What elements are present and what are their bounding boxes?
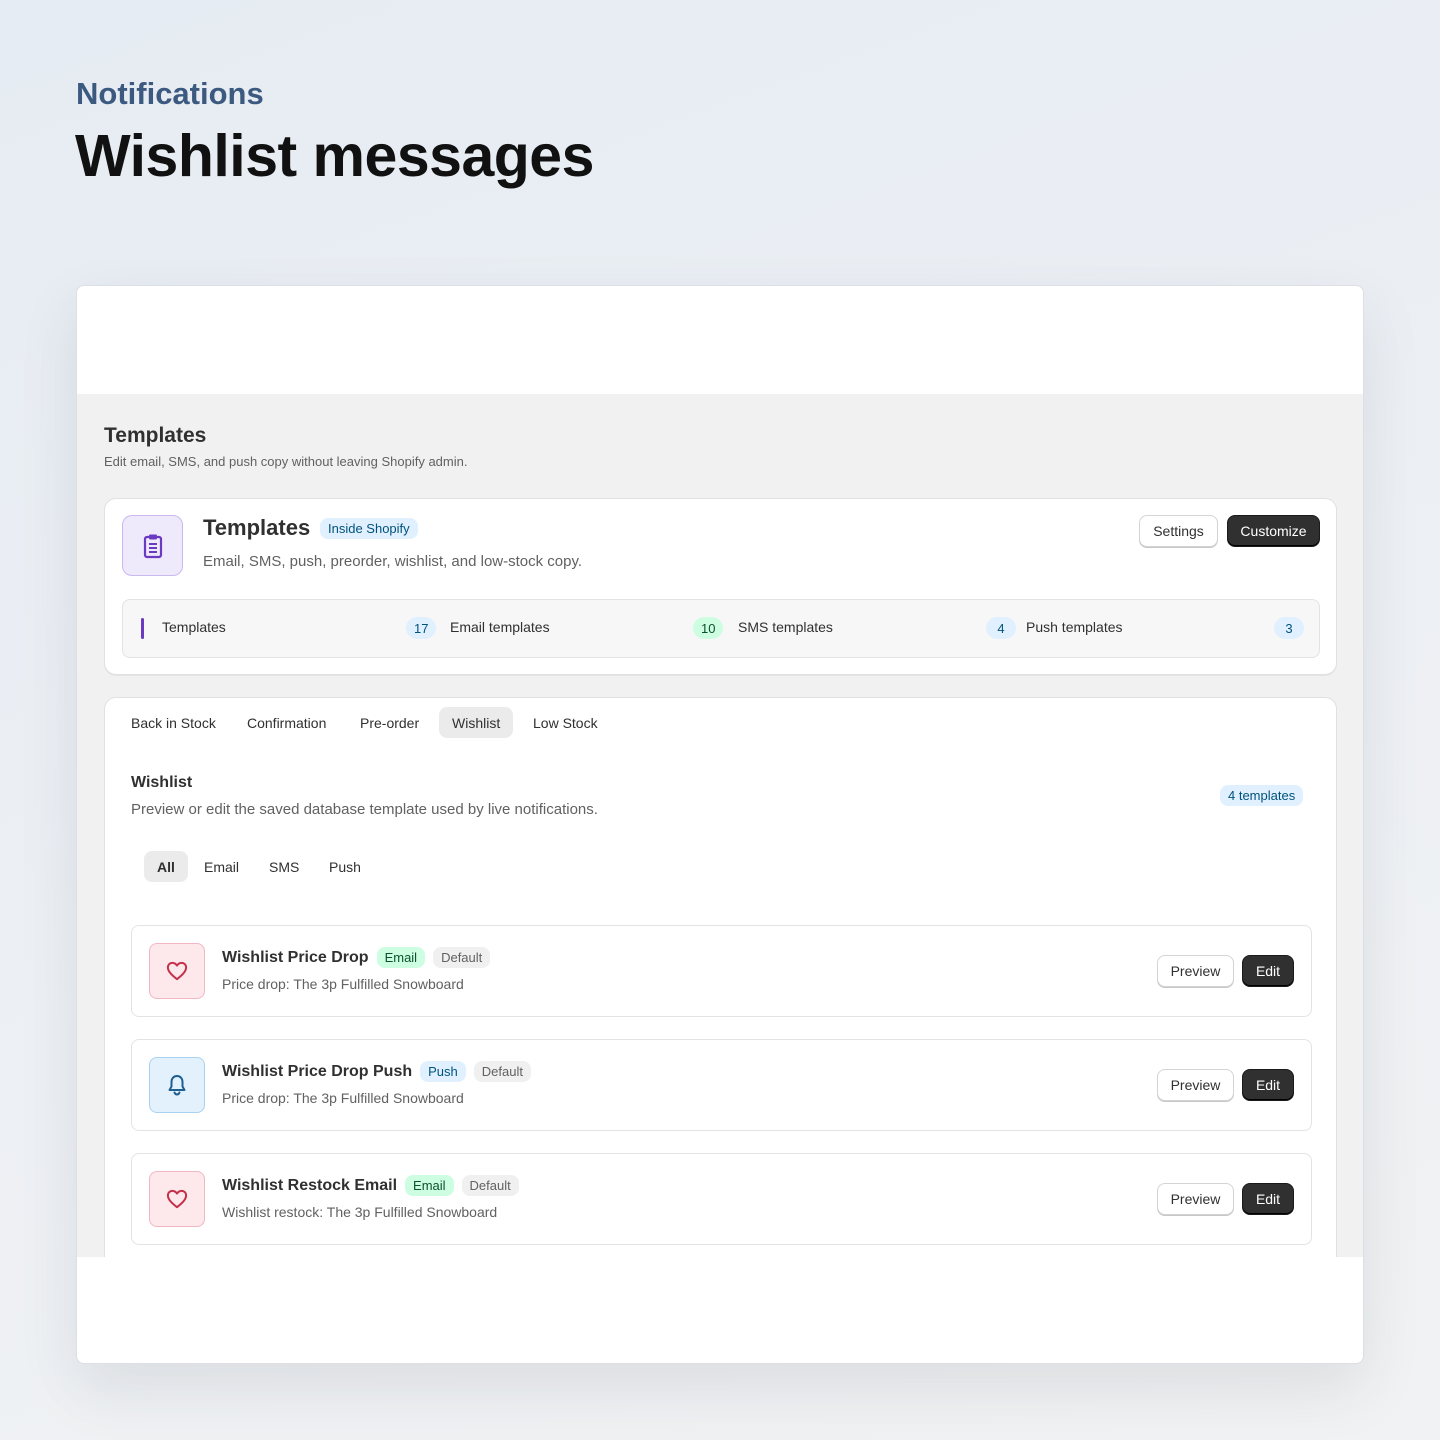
stat-count-push: 3 — [1274, 617, 1304, 639]
templates-summary-card: Templates Inside Shopify Email, SMS, pus… — [104, 498, 1337, 675]
summary-title: Templates — [203, 515, 311, 540]
tab-confirmation[interactable]: Confirmation — [234, 707, 339, 738]
tab-pre-order[interactable]: Pre-order — [347, 707, 432, 738]
edit-button[interactable]: Edit — [1242, 1069, 1294, 1101]
preview-button[interactable]: Preview — [1157, 1069, 1234, 1101]
default-badge: Default — [473, 1061, 531, 1082]
row-title-line: Wishlist Price Drop Email Default — [222, 947, 491, 968]
stats-accent-bar — [141, 618, 144, 639]
stat-count-email: 10 — [693, 617, 724, 639]
admin-page: Templates Edit email, SMS, and push copy… — [77, 394, 1363, 1257]
stat-label-sms: SMS templates — [738, 619, 833, 635]
summary-description: Email, SMS, push, preorder, wishlist, an… — [203, 553, 583, 570]
filter-email[interactable]: Email — [191, 851, 252, 882]
preview-button[interactable]: Preview — [1157, 1183, 1234, 1215]
edit-button[interactable]: Edit — [1242, 1183, 1294, 1215]
settings-button[interactable]: Settings — [1139, 515, 1218, 547]
bell-icon — [149, 1057, 205, 1113]
edit-button[interactable]: Edit — [1242, 955, 1294, 987]
default-badge: Default — [461, 1175, 519, 1196]
template-subtitle: Wishlist restock: The 3p Fulfilled Snowb… — [222, 1204, 498, 1220]
filter-all[interactable]: All — [144, 851, 188, 882]
page-title: Templates — [104, 424, 207, 447]
stat-count-sms: 4 — [986, 617, 1016, 639]
row-title-line: Wishlist Restock Email Email Default — [222, 1175, 519, 1196]
row-title-line: Wishlist Price Drop Push Push Default — [222, 1061, 531, 1082]
template-title: Wishlist Price Drop — [222, 948, 369, 966]
tab-wishlist[interactable]: Wishlist — [439, 707, 514, 738]
heart-icon — [149, 1171, 205, 1227]
stats-bar: Templates 17 Email templates 10 SMS temp… — [122, 599, 1320, 658]
channel-badge: Email — [376, 947, 426, 968]
template-list-card: Back in Stock Confirmation Pre-order Wis… — [104, 697, 1337, 1257]
filter-push[interactable]: Push — [316, 851, 374, 882]
section-subtitle: Preview or edit the saved database templ… — [131, 801, 598, 818]
customize-button[interactable]: Customize — [1227, 515, 1320, 547]
hero-headline: Wishlist messages — [75, 123, 594, 189]
page-subtitle: Edit email, SMS, and push copy without l… — [104, 454, 468, 469]
inside-shopify-badge: Inside Shopify — [320, 518, 418, 539]
heart-icon — [149, 943, 205, 999]
default-badge: Default — [433, 947, 491, 968]
clipboard-icon — [122, 515, 183, 576]
tab-back-in-stock[interactable]: Back in Stock — [118, 707, 229, 738]
section-title: Wishlist — [131, 774, 193, 791]
app-window: Templates Edit email, SMS, and push copy… — [76, 285, 1364, 1364]
preview-button[interactable]: Preview — [1157, 955, 1234, 987]
stat-label-push: Push templates — [1026, 619, 1123, 635]
template-row: Wishlist Restock Email Email Default Wis… — [131, 1153, 1312, 1245]
template-row: Wishlist Price Drop Email Default Price … — [131, 925, 1312, 1017]
stat-label-templates: Templates — [162, 619, 226, 635]
template-subtitle: Price drop: The 3p Fulfilled Snowboard — [222, 976, 464, 992]
channel-badge: Email — [405, 1175, 454, 1196]
filter-sms[interactable]: SMS — [256, 851, 312, 882]
templates-count-badge: 4 templates — [1220, 785, 1304, 806]
stat-label-email: Email templates — [450, 619, 550, 635]
template-row: Wishlist Price Drop Push Push Default Pr… — [131, 1039, 1312, 1131]
template-title: Wishlist Restock Email — [222, 1176, 398, 1194]
template-subtitle: Price drop: The 3p Fulfilled Snowboard — [222, 1090, 464, 1106]
template-title: Wishlist Price Drop Push — [222, 1062, 413, 1080]
stat-count-templates: 17 — [406, 617, 437, 639]
hero-eyebrow: Notifications — [76, 76, 264, 111]
channel-badge: Push — [420, 1061, 466, 1082]
tab-low-stock[interactable]: Low Stock — [520, 707, 611, 738]
